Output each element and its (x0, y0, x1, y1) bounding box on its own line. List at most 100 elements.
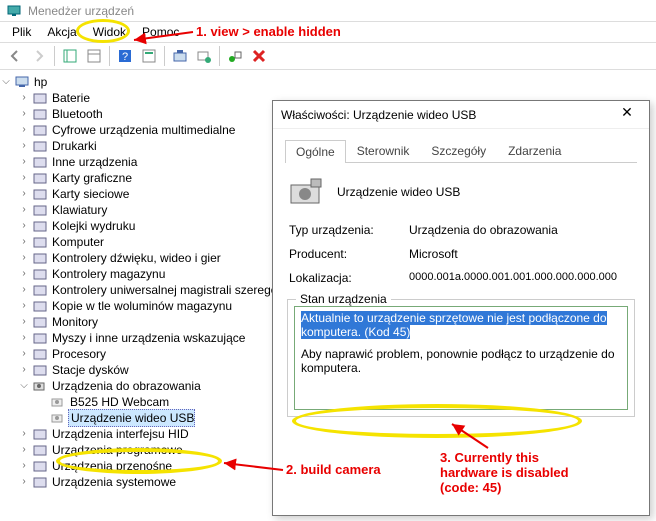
menu-view[interactable]: Widok (85, 23, 134, 41)
mfr-value: Microsoft (409, 247, 633, 261)
category-label: Klawiatury (50, 202, 107, 218)
status-rest: Aby naprawić problem, ponownie podłącz t… (301, 347, 615, 375)
category-label: Myszy i inne urządzenia wskazujące (50, 330, 245, 346)
properties-button[interactable] (83, 45, 105, 67)
category-label: Komputer (50, 234, 104, 250)
expander-icon[interactable]: › (18, 202, 30, 218)
menu-help[interactable]: Pomoc (134, 23, 187, 41)
device-category-icon (32, 154, 48, 170)
expander-icon[interactable]: › (18, 346, 30, 362)
tab-details[interactable]: Szczegóły (420, 139, 497, 162)
status-legend: Stan urządzenia (296, 292, 391, 306)
device-category-icon (32, 170, 48, 186)
camera-icon (50, 410, 66, 426)
webcam-label: B525 HD Webcam (68, 394, 169, 410)
menu-bar: Plik Akcja Widok Pomoc (0, 22, 656, 42)
expander-icon[interactable]: › (18, 106, 30, 122)
device-category-icon (32, 362, 48, 378)
expander-icon[interactable]: › (18, 186, 30, 202)
help-button[interactable]: ? (114, 45, 136, 67)
category-label: Bluetooth (50, 106, 103, 122)
expander-icon[interactable]: › (18, 330, 30, 346)
expander-icon[interactable]: › (18, 250, 30, 266)
category-label: Karty graficzne (50, 170, 132, 186)
device-category-icon (32, 298, 48, 314)
tab-driver[interactable]: Sterownik (346, 139, 421, 162)
disable-button[interactable] (248, 45, 270, 67)
imaging-label: Urządzenia do obrazowania (50, 378, 201, 394)
root-label: hp (32, 74, 47, 90)
tab-general[interactable]: Ogólne (285, 140, 346, 163)
device-category-icon (32, 186, 48, 202)
menu-action[interactable]: Akcja (39, 23, 84, 41)
category-label: Urządzenia systemowe (50, 474, 176, 490)
expander-icon[interactable]: › (18, 282, 30, 298)
window-titlebar: Menedżer urządzeń (0, 0, 656, 22)
type-label: Typ urządzenia: (289, 223, 409, 237)
expander-icon[interactable]: › (18, 474, 30, 490)
dialog-device-name: Urządzenie wideo USB (337, 185, 460, 199)
expander-icon[interactable]: › (18, 266, 30, 282)
devmgr-icon (6, 3, 22, 19)
loc-value: 0000.001a.0000.001.001.000.000.000.000 (409, 271, 633, 285)
category-label: Stacje dysków (50, 362, 129, 378)
expander-icon[interactable]: › (18, 138, 30, 154)
computer-icon (14, 74, 30, 90)
category-label: Urządzenia interfejsu HID (50, 426, 189, 442)
category-label: Inne urządzenia (50, 154, 137, 170)
device-category-icon (32, 106, 48, 122)
options-button[interactable] (138, 45, 160, 67)
forward-button[interactable] (28, 45, 50, 67)
dialog-title: Właściwości: Urządzenie wideo USB (281, 108, 476, 122)
device-category-icon (32, 330, 48, 346)
expander-icon[interactable]: › (18, 362, 30, 378)
update-driver-button[interactable] (169, 45, 191, 67)
expander-icon[interactable]: ⌵ (0, 74, 12, 90)
device-category-icon (32, 122, 48, 138)
expander-icon[interactable]: › (18, 170, 30, 186)
device-category-icon (32, 90, 48, 106)
scan-hardware-button[interactable] (193, 45, 215, 67)
show-hide-tree-button[interactable] (59, 45, 81, 67)
loc-label: Lokalizacja: (289, 271, 409, 285)
device-category-icon (32, 442, 48, 458)
status-highlight: Aktualnie to urządzenie sprzętowe nie je… (301, 311, 607, 339)
expander-icon[interactable]: › (18, 442, 30, 458)
toolbar: ? (0, 42, 656, 70)
expander-icon[interactable]: ⌵ (18, 378, 30, 394)
category-label: Kolejki wydruku (50, 218, 135, 234)
mfr-label: Producent: (289, 247, 409, 261)
device-category-icon (32, 234, 48, 250)
category-label: Karty sieciowe (50, 186, 129, 202)
menu-file[interactable]: Plik (4, 23, 39, 41)
expander-icon[interactable]: › (18, 154, 30, 170)
expander-icon[interactable]: › (18, 122, 30, 138)
device-category-icon (32, 282, 48, 298)
type-value: Urządzenia do obrazowania (409, 223, 633, 237)
device-category-icon (32, 202, 48, 218)
camera-icon (50, 394, 66, 410)
uninstall-button[interactable] (224, 45, 246, 67)
expander-icon[interactable]: › (18, 458, 30, 474)
category-label: Procesory (50, 346, 106, 362)
device-category-icon (32, 458, 48, 474)
category-label: Monitory (50, 314, 98, 330)
back-button[interactable] (4, 45, 26, 67)
tree-root[interactable]: ⌵ hp (0, 74, 652, 90)
expander-icon[interactable]: › (18, 298, 30, 314)
window-title: Menedżer urządzeń (28, 4, 134, 18)
device-category-icon (32, 474, 48, 490)
status-textbox[interactable]: Aktualnie to urządzenie sprzętowe nie je… (294, 306, 628, 410)
category-label: Baterie (50, 90, 90, 106)
expander-icon[interactable]: › (18, 218, 30, 234)
expander-icon[interactable]: › (18, 90, 30, 106)
tab-events[interactable]: Zdarzenia (497, 139, 572, 162)
expander-icon[interactable]: › (18, 314, 30, 330)
expander-icon[interactable]: › (18, 234, 30, 250)
device-category-icon (32, 426, 48, 442)
device-category-icon (32, 346, 48, 362)
dialog-tabs: Ogólne Sterownik Szczegóły Zdarzenia (285, 139, 637, 163)
close-icon[interactable]: ✕ (613, 104, 641, 126)
dialog-titlebar[interactable]: Właściwości: Urządzenie wideo USB ✕ (273, 101, 649, 129)
expander-icon[interactable]: › (18, 426, 30, 442)
